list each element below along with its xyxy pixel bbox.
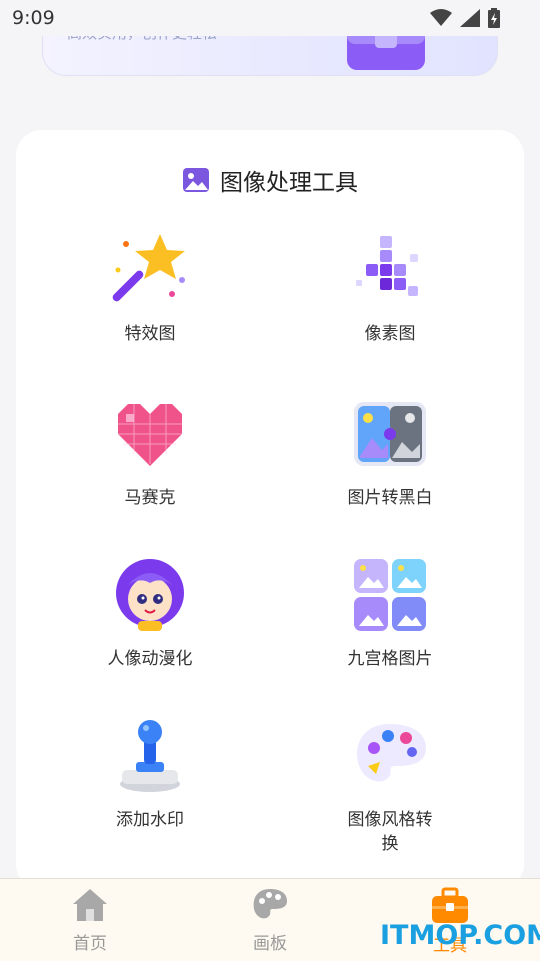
tool-label: 九宫格图片: [347, 649, 433, 669]
section-title: 图像处理工具: [220, 170, 358, 196]
tool-effect-image[interactable]: 特效图: [50, 230, 250, 346]
cell-signal-icon: [460, 9, 480, 27]
palette-tab-icon: [253, 889, 287, 919]
wifi-icon: [430, 9, 452, 26]
site-watermark: ITMOP.COM: [380, 920, 540, 951]
magic-wand-star-icon: [112, 234, 185, 302]
palette-icon: [357, 724, 426, 782]
tool-label: 图片转黑白: [347, 488, 433, 508]
tool-label: 像素图: [364, 324, 416, 344]
tool-mosaic[interactable]: 马赛克: [50, 394, 250, 510]
tool-label: 添加水印: [116, 810, 184, 830]
battery-icon: [488, 8, 500, 28]
status-icons: [430, 8, 500, 28]
tool-label: 特效图: [124, 324, 176, 344]
tool-label: 人像动漫化: [107, 649, 193, 669]
anime-portrait-icon: [116, 559, 184, 631]
pixel-cubes-icon: [356, 236, 418, 296]
image-icon: [183, 168, 209, 192]
tools-card: 图像处理工具 特效图 像素图 马赛克 图片转黑白 人像动漫化 九宫格图片 添加水…: [16, 130, 524, 890]
tool-nine-grid[interactable]: 九宫格图片: [290, 555, 490, 671]
tool-label: 图像风格转换: [347, 810, 433, 854]
stamp-icon: [120, 720, 180, 792]
status-bar: 9:09: [0, 0, 540, 36]
tab-drawing-board[interactable]: 画板: [210, 887, 330, 954]
tool-black-white[interactable]: 图片转黑白: [290, 394, 490, 510]
pixel-heart-icon: [118, 404, 182, 466]
tool-portrait-anime[interactable]: 人像动漫化: [50, 555, 250, 671]
status-time: 9:09: [12, 7, 55, 29]
section-header: 图像处理工具: [16, 164, 524, 196]
tool-label: 马赛克: [124, 488, 176, 508]
home-icon: [73, 889, 107, 921]
tab-label: 画板: [253, 934, 287, 954]
grid-images-icon: [354, 559, 426, 631]
tool-watermark[interactable]: 添加水印: [50, 716, 250, 832]
tab-home[interactable]: 首页: [30, 887, 150, 954]
color-to-bw-icon: [354, 402, 426, 466]
tab-label: 首页: [73, 934, 107, 954]
tool-style-transfer[interactable]: 图像风格转换: [290, 716, 490, 856]
tool-pixel-art[interactable]: 像素图: [290, 230, 490, 346]
